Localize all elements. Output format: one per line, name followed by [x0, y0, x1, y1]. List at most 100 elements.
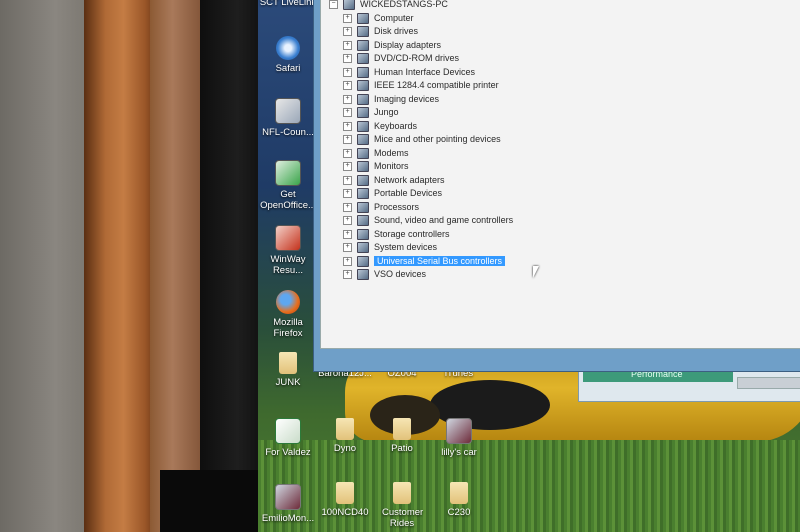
expand-icon[interactable]: +: [343, 81, 352, 91]
tree-root[interactable]: − WICKEDSTANGS-PC: [329, 0, 499, 12]
device-category-icon: [357, 161, 369, 173]
device-category-row[interactable]: + Disk drives: [343, 25, 513, 39]
device-category-row[interactable]: + Processors: [343, 201, 513, 215]
desktop-icon-lillys-car[interactable]: lilly's car: [427, 418, 491, 458]
device-category-icon: [357, 80, 369, 92]
desktop-icon-customer-rides[interactable]: Customer Rides: [370, 482, 434, 529]
device-tree: − WICKEDSTANGS-PC + Computer + Disk drives + D…: [329, 0, 513, 282]
device-category-row[interactable]: + Human Interface Devices: [343, 66, 513, 80]
desktop-icon-label: SCT LiveLink: [259, 0, 317, 8]
device-category-row[interactable]: + Display adapters: [343, 39, 513, 53]
device-category-icon: [357, 12, 369, 24]
mouse-cursor-icon: [533, 266, 539, 278]
expand-icon[interactable]: +: [343, 243, 352, 253]
desktop-icon-label: NFL-Coun...: [262, 127, 314, 138]
folder-icon: [336, 418, 354, 440]
device-category-icon: [357, 201, 369, 213]
expand-icon[interactable]: +: [343, 162, 352, 172]
expand-icon[interactable]: +: [343, 148, 352, 158]
desktop-icon-label: Safari: [275, 63, 301, 74]
desktop-icon-100ncd40[interactable]: 100NCD40: [313, 482, 377, 518]
expand-icon[interactable]: +: [343, 54, 352, 64]
device-category-icon: [357, 26, 369, 38]
desktop-icon-dyno[interactable]: Dyno: [313, 418, 377, 454]
desktop-icon-for-valdez[interactable]: For Valdez: [256, 418, 320, 458]
expand-icon[interactable]: +: [343, 175, 352, 185]
device-category-label: Computer: [374, 12, 414, 23]
desktop-icon-label: Get OpenOffice...: [260, 189, 316, 211]
wooden-frame-side: [150, 0, 206, 532]
device-tree-pane[interactable]: − WICKEDSTANGS-PC + Computer + Disk drives + D…: [320, 0, 800, 349]
desktop-icon-emilio[interactable]: EmilioMon...: [256, 484, 320, 524]
expand-icon[interactable]: +: [343, 13, 352, 23]
expand-icon[interactable]: +: [343, 229, 352, 239]
device-category-label: Processors: [374, 201, 420, 212]
device-category-row[interactable]: + Modems: [343, 147, 513, 161]
collapse-icon[interactable]: −: [329, 0, 338, 10]
device-category-row[interactable]: + Storage controllers: [343, 228, 513, 242]
device-category-row[interactable]: + System devices: [343, 241, 513, 255]
expand-icon[interactable]: +: [343, 67, 352, 77]
expand-icon[interactable]: +: [343, 135, 352, 145]
device-category-icon: [357, 147, 369, 159]
monitor-base: [160, 470, 270, 532]
desktop-icon-safari[interactable]: Safari: [256, 36, 320, 74]
expand-icon[interactable]: +: [343, 270, 352, 280]
expand-icon[interactable]: +: [343, 256, 352, 266]
nfl-app-icon: [275, 98, 301, 124]
device-category-row[interactable]: + Network adapters: [343, 174, 513, 188]
winway-resume-icon: [275, 225, 301, 251]
device-category-label: Jungo: [374, 107, 399, 117]
performance-scrollbar[interactable]: [737, 377, 800, 389]
desktop-icon-label: Patio: [391, 443, 413, 454]
expand-icon[interactable]: +: [343, 202, 352, 212]
desktop-icon-openoffice[interactable]: Get OpenOffice...: [256, 160, 320, 211]
device-category-label: Disk drives: [374, 26, 419, 36]
device-category-row[interactable]: + Keyboards: [343, 120, 513, 134]
device-category-label: Universal Serial Bus controllers: [374, 255, 506, 266]
device-category-icon: [357, 174, 369, 186]
monitor-bezel: [200, 0, 262, 532]
expand-icon[interactable]: +: [343, 94, 352, 104]
photo-file-icon: [446, 418, 472, 444]
openoffice-download-icon: [275, 160, 301, 186]
desktop-icon-label: EmilioMon...: [261, 513, 315, 524]
device-category-row[interactable]: + VSO devices: [343, 268, 513, 282]
device-category-label: DVD/CD-ROM drives: [374, 53, 460, 63]
device-category-row[interactable]: + Mice and other pointing devices: [343, 133, 513, 147]
desktop-icon-sct-livelink[interactable]: SCT LiveLink: [256, 0, 320, 8]
device-category-row[interactable]: + Sound, video and game controllers: [343, 214, 513, 228]
desktop-icon-firefox[interactable]: Mozilla Firefox: [256, 290, 320, 339]
device-category-row[interactable]: + Portable Devices: [343, 187, 513, 201]
folder-icon: [393, 418, 411, 440]
device-category-row[interactable]: + Computer: [343, 12, 513, 26]
desktop-icon-nfl[interactable]: NFL-Coun...: [256, 98, 320, 138]
device-category-icon: [357, 215, 369, 227]
device-category-row[interactable]: + Imaging devices: [343, 93, 513, 107]
desktop-icon-junk[interactable]: JUNK: [256, 352, 320, 388]
expand-icon[interactable]: +: [343, 27, 352, 37]
device-category-row[interactable]: + Monitors: [343, 160, 513, 174]
device-category-row[interactable]: + DVD/CD-ROM drives: [343, 52, 513, 66]
photo-file-icon: [275, 484, 301, 510]
device-category-label: Network adapters: [374, 174, 445, 185]
expand-icon[interactable]: +: [343, 216, 352, 226]
tree-root-label: WICKEDSTANGS-PC: [360, 0, 448, 9]
device-category-label: Modems: [374, 147, 409, 158]
device-category-row[interactable]: + IEEE 1284.4 compatible printer: [343, 79, 513, 93]
expand-icon[interactable]: +: [343, 189, 352, 199]
desktop-icon-patio[interactable]: Patio: [370, 418, 434, 454]
device-category-row[interactable]: + Jungo: [343, 106, 513, 120]
wall-background: [0, 0, 92, 532]
device-category-icon: [357, 107, 369, 119]
expand-icon[interactable]: +: [343, 108, 352, 118]
desktop-icon-c230[interactable]: C230: [427, 482, 491, 518]
device-category-label: VSO devices: [374, 269, 427, 279]
expand-icon[interactable]: +: [343, 40, 352, 50]
device-category-row[interactable]: + Universal Serial Bus controllers: [343, 255, 513, 269]
desktop-icon-label: C230: [447, 507, 471, 518]
desktop-icon-winway[interactable]: WinWay Resu...: [256, 225, 320, 276]
expand-icon[interactable]: +: [343, 121, 352, 131]
device-category-label: Storage controllers: [374, 228, 450, 239]
desktop-icon-label: WinWay Resu...: [270, 254, 306, 276]
